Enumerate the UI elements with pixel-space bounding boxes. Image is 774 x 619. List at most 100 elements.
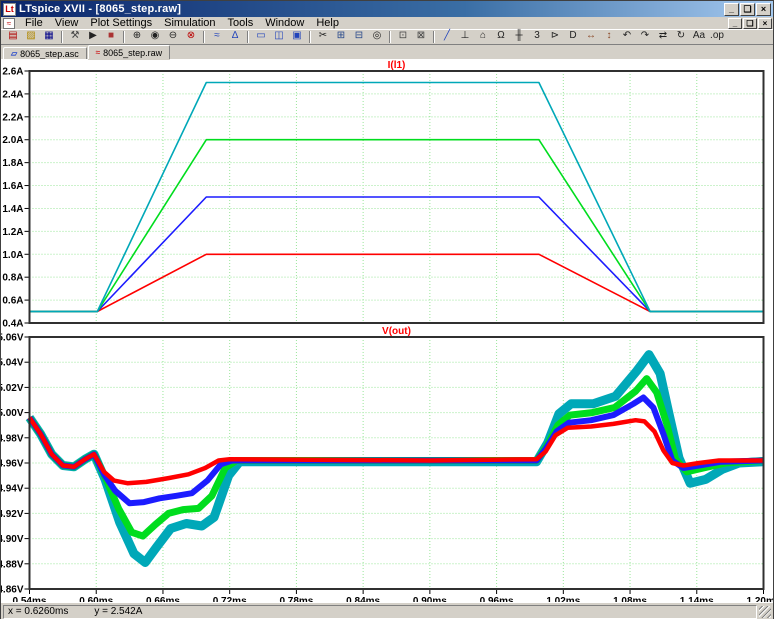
waveform-pane-button[interactable]: ≈	[208, 30, 226, 44]
spice-directive-button[interactable]: .op	[708, 30, 726, 44]
copy-button[interactable]: ⊞	[332, 30, 350, 44]
tab-label: 8065_step.asc	[20, 49, 79, 59]
toolbar-group: ▭ ◫ ▣	[252, 30, 306, 44]
rotate-button[interactable]: ↻	[672, 30, 690, 44]
toolbar-group: ⊡⊠	[394, 30, 430, 44]
plot-settings-button[interactable]: ∆	[226, 30, 244, 44]
trace-il1-step-1.0A[interactable]	[30, 254, 764, 311]
find-button[interactable]: ◎	[368, 30, 386, 44]
minimize-button[interactable]: _	[724, 3, 739, 16]
place-resistor-button[interactable]: Ω	[492, 30, 510, 44]
schematic-tab-icon: ▱	[11, 49, 17, 58]
place-diode-button[interactable]: ⊳	[546, 30, 564, 44]
menu-file[interactable]: File	[19, 17, 49, 29]
tile-horizontal-button[interactable]: ▭	[252, 30, 270, 44]
x-tick-label: 1.20ms	[747, 596, 773, 602]
undo-zoom-icon: ⊗	[187, 30, 195, 42]
toolbar-separator	[433, 31, 435, 43]
y-tick-label: 1.0A	[2, 250, 23, 261]
menu-view[interactable]: View	[49, 17, 85, 29]
save-button[interactable]: ▦	[40, 30, 58, 44]
x-tick-label: 0.66ms	[146, 596, 180, 602]
open-button[interactable]: ▨	[22, 30, 40, 44]
run-icon: ▶	[89, 30, 97, 42]
mirror-button[interactable]: ⇄	[654, 30, 672, 44]
y-tick-label: 5.04V	[1, 358, 24, 369]
trace-vout-step-1.5A[interactable]	[30, 398, 764, 504]
move-button[interactable]: ↔	[582, 30, 600, 44]
menu-plot-settings[interactable]: Plot Settings	[84, 17, 158, 29]
menu-simulation[interactable]: Simulation	[158, 17, 221, 29]
toolbar-separator	[389, 31, 391, 43]
menu-tools[interactable]: Tools	[222, 17, 260, 29]
y-tick-label: 1.6A	[2, 181, 23, 192]
place-inductor-button[interactable]: 3	[528, 30, 546, 44]
paste-button[interactable]: ⊟	[350, 30, 368, 44]
control-panel-button[interactable]: ⚒	[66, 30, 84, 44]
restore-button[interactable]: ❏	[740, 3, 755, 16]
close-button[interactable]: ×	[758, 18, 772, 29]
place-ground-button[interactable]: ⊥	[456, 30, 474, 44]
find-icon: ◎	[373, 30, 382, 42]
y-tick-label: 0.4A	[2, 319, 23, 330]
cascade-windows-button[interactable]: ▣	[288, 30, 306, 44]
place-capacitor-button[interactable]: ╫	[510, 30, 528, 44]
redo-button[interactable]: ↷	[636, 30, 654, 44]
new-schematic-button[interactable]: ▤	[4, 30, 22, 44]
drag-button[interactable]: ↕	[600, 30, 618, 44]
place-ground-icon: ⊥	[461, 30, 470, 42]
tile-horizontal-icon: ▭	[256, 30, 265, 42]
menu-window[interactable]: Window	[259, 17, 310, 29]
title-bar[interactable]: Lt LTspice XVII - [8065_step.raw] _❏×	[1, 1, 773, 17]
waveform-viewer[interactable]: 2.6A2.4A2.2A2.0A1.8A1.6A1.4A1.2A1.0A0.8A…	[1, 59, 773, 602]
place-component-button[interactable]: D	[564, 30, 582, 44]
y-tick-label: 4.90V	[1, 534, 24, 545]
control-panel-icon: ⚒	[71, 30, 80, 42]
tab-bar: ▱8065_step.asc≈8065_step.raw	[1, 45, 773, 59]
trace-vout-step-1.0A[interactable]	[30, 418, 764, 484]
x-tick-label: 1.02ms	[546, 596, 580, 602]
zoom-extents-button[interactable]: ◉	[146, 30, 164, 44]
top-pane-title[interactable]: I(l1)	[388, 60, 406, 71]
text-button[interactable]: Aa	[690, 30, 708, 44]
trace-vout-step-2.0A[interactable]	[30, 379, 764, 536]
tab-8065-step-asc[interactable]: ▱8065_step.asc	[3, 47, 87, 59]
window-controls: _❏×	[724, 3, 771, 16]
y-tick-label: 0.8A	[2, 273, 23, 284]
cursor-y-readout: y = 2.542A	[94, 606, 142, 617]
draw-wire-icon: ╱	[444, 30, 450, 42]
toolbar-separator	[309, 31, 311, 43]
cut-button[interactable]: ✂	[314, 30, 332, 44]
menu-items: FileViewPlot SettingsSimulationToolsWind…	[19, 17, 345, 29]
run-button[interactable]: ▶	[84, 30, 102, 44]
close-button[interactable]: ×	[756, 3, 771, 16]
toolbar-group: ⚒ ▶ ■	[66, 30, 120, 44]
print-icon: ⊡	[399, 30, 407, 42]
print-setup-button[interactable]: ⊠	[412, 30, 430, 44]
waveform-tab-icon: ≈	[96, 48, 100, 57]
undo-zoom-button[interactable]: ⊗	[182, 30, 200, 44]
tab-8065-step-raw[interactable]: ≈8065_step.raw	[88, 45, 170, 59]
child-window-controls: _❏×	[728, 18, 772, 29]
label-net-button[interactable]: ⌂	[474, 30, 492, 44]
resize-grip[interactable]	[759, 606, 771, 618]
trace-il1-step-2.0A[interactable]	[30, 140, 764, 312]
toolbar-group: ✂⊞⊟ ◎	[314, 30, 386, 44]
undo-button[interactable]: ↶	[618, 30, 636, 44]
halt-button[interactable]: ■	[102, 30, 120, 44]
cascade-windows-icon: ▣	[292, 30, 301, 42]
zoom-out-button[interactable]: ⊖	[164, 30, 182, 44]
minimize-button[interactable]: _	[728, 18, 742, 29]
place-diode-icon: ⊳	[551, 30, 559, 42]
tile-vertical-button[interactable]: ◫	[270, 30, 288, 44]
menu-bar: ≈ FileViewPlot SettingsSimulationToolsWi…	[1, 17, 773, 30]
menu-help[interactable]: Help	[310, 17, 345, 29]
zoom-out-icon: ⊖	[169, 30, 177, 42]
restore-button[interactable]: ❏	[743, 18, 757, 29]
bottom-pane-title[interactable]: V(out)	[382, 326, 411, 337]
y-tick-label: 5.00V	[1, 408, 24, 419]
draw-wire-button[interactable]: ╱	[438, 30, 456, 44]
zoom-in-button[interactable]: ⊕	[128, 30, 146, 44]
print-button[interactable]: ⊡	[394, 30, 412, 44]
plot-canvas[interactable]: 2.6A2.4A2.2A2.0A1.8A1.6A1.4A1.2A1.0A0.8A…	[1, 59, 773, 602]
